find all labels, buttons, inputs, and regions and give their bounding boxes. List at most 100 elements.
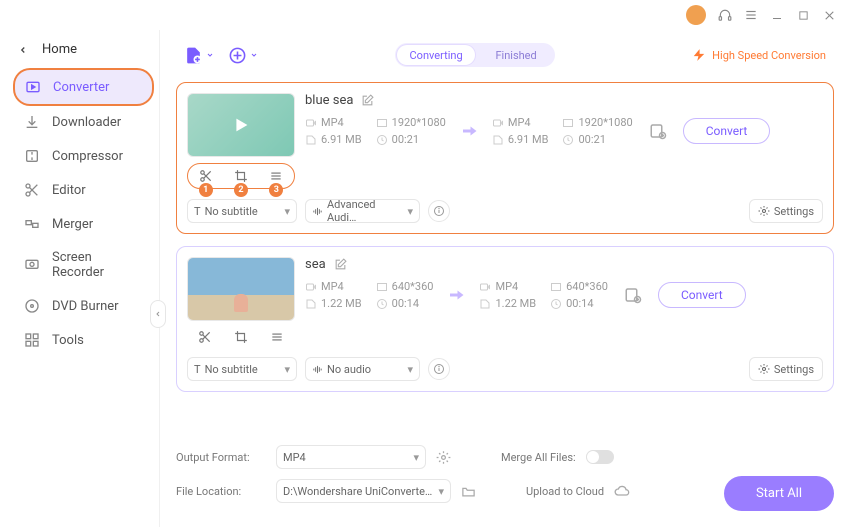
sidebar-item-label: Compressor (52, 149, 123, 164)
output-format-select[interactable]: MP4▾ (276, 445, 426, 469)
sidebar-item-label: Tools (52, 333, 84, 348)
home-label: Home (42, 42, 77, 57)
settings-button[interactable]: Settings (749, 199, 823, 223)
more-button[interactable]: 3 (264, 166, 288, 186)
converter-icon (25, 79, 41, 95)
sidebar-item-dvd-burner[interactable]: DVD Burner (14, 289, 153, 323)
merge-label: Merge All Files: (501, 451, 576, 464)
annotation-badge: 3 (269, 183, 283, 197)
trim-button[interactable]: 1 (194, 166, 218, 186)
sidebar-item-compressor[interactable]: Compressor (14, 139, 153, 173)
sidebar-item-label: Converter (53, 80, 109, 95)
recorder-icon (24, 257, 40, 273)
disc-icon (24, 298, 40, 314)
file-name: sea (305, 257, 326, 272)
thumbnail[interactable] (187, 93, 295, 157)
merge-icon (24, 216, 40, 232)
media-card: sea MP4 640*360 1.22 MB 00:14 (176, 246, 834, 392)
sidebar-item-tools[interactable]: Tools (14, 323, 153, 357)
text-icon: T (194, 363, 201, 376)
chevron-down-icon: ▾ (407, 205, 413, 218)
cloud-icon[interactable] (614, 483, 630, 499)
chevron-down-icon: ▾ (284, 205, 290, 218)
sidebar-item-label: Editor (52, 183, 86, 198)
headset-icon[interactable] (718, 8, 732, 22)
toolbar: Converting Finished High Speed Conversio… (176, 38, 834, 72)
high-speed-toggle[interactable]: High Speed Conversion (692, 48, 826, 62)
grid-icon (24, 332, 40, 348)
sidebar-item-downloader[interactable]: Downloader (14, 105, 153, 139)
convert-button[interactable]: Convert (658, 282, 746, 308)
compress-icon (24, 148, 40, 164)
annotation-badge: 2 (234, 183, 248, 197)
close-icon[interactable] (822, 8, 836, 22)
output-settings-icon[interactable] (436, 450, 451, 465)
add-folder-button[interactable] (228, 46, 258, 65)
file-name: blue sea (305, 93, 353, 108)
collapse-handle[interactable] (150, 300, 166, 328)
merge-toggle[interactable] (586, 450, 614, 464)
subtitle-select[interactable]: TNo subtitle▾ (187, 199, 297, 223)
output-settings-icon[interactable] (643, 122, 673, 140)
output-settings-icon[interactable] (618, 286, 648, 304)
menu-icon[interactable] (744, 8, 758, 22)
home-button[interactable]: Home (14, 36, 153, 69)
settings-button[interactable]: Settings (749, 357, 823, 381)
video-icon (305, 117, 317, 129)
resolution-icon (550, 281, 562, 293)
resolution-icon (376, 117, 388, 129)
chevron-down-icon: ▾ (407, 363, 413, 376)
annotation-badge: 1 (199, 183, 213, 197)
sidebar-item-label: Downloader (52, 115, 121, 130)
tab-converting[interactable]: Converting (397, 45, 475, 65)
arrow-icon (456, 122, 482, 140)
target-meta: MP4 640*360 1.22 MB 00:14 (479, 280, 607, 310)
size-icon (492, 134, 504, 146)
tab-switcher: Converting Finished (395, 43, 555, 67)
chevron-left-icon (18, 45, 28, 55)
crop-button[interactable] (229, 327, 253, 347)
audio-icon (312, 364, 323, 375)
minimize-icon[interactable] (770, 8, 784, 22)
audio-select[interactable]: Advanced Audi…▾ (305, 199, 420, 223)
sidebar: Home Converter Downloader Compressor Edi… (0, 30, 160, 527)
thumb-actions: 1 2 3 (187, 163, 295, 189)
convert-button[interactable]: Convert (683, 118, 771, 144)
trim-button[interactable] (193, 327, 217, 347)
file-location-select[interactable]: D:\Wondershare UniConverter 1▾ (276, 479, 451, 503)
thumbnail[interactable] (187, 257, 295, 321)
source-meta: MP4 640*360 1.22 MB 00:14 (305, 280, 433, 310)
output-format-label: Output Format: (176, 451, 266, 464)
audio-select[interactable]: No audio▾ (305, 357, 420, 381)
sidebar-item-editor[interactable]: Editor (14, 173, 153, 207)
high-speed-label: High Speed Conversion (712, 49, 826, 62)
maximize-icon[interactable] (796, 8, 810, 22)
tab-finished[interactable]: Finished (477, 43, 555, 67)
info-button[interactable] (428, 358, 450, 380)
chevron-down-icon: ▾ (413, 451, 419, 464)
sidebar-item-converter[interactable]: Converter (14, 69, 153, 105)
size-icon (305, 298, 317, 310)
open-folder-icon[interactable] (461, 484, 476, 499)
edit-name-icon[interactable] (361, 94, 374, 107)
gear-icon (758, 205, 770, 217)
download-icon (24, 114, 40, 130)
edit-name-icon[interactable] (334, 258, 347, 271)
upload-cloud-label: Upload to Cloud (526, 485, 604, 498)
info-button[interactable] (428, 200, 450, 222)
sidebar-item-screen-recorder[interactable]: Screen Recorder (14, 241, 153, 289)
chevron-down-icon: ▾ (438, 485, 444, 498)
subtitle-select[interactable]: TNo subtitle▾ (187, 357, 297, 381)
clock-icon (550, 298, 562, 310)
avatar[interactable] (686, 5, 706, 25)
start-all-button[interactable]: Start All (724, 476, 834, 511)
footer: Output Format: MP4▾ Merge All Files: Fil… (176, 445, 834, 513)
resolution-icon (562, 117, 574, 129)
clock-icon (376, 134, 388, 146)
crop-button[interactable]: 2 (229, 166, 253, 186)
more-button[interactable] (265, 327, 289, 347)
target-meta: MP4 1920*1080 6.91 MB 00:21 (492, 116, 633, 146)
sidebar-item-merger[interactable]: Merger (14, 207, 153, 241)
media-card: 1 2 3 blue sea MP4 192 (176, 82, 834, 234)
add-file-button[interactable] (184, 46, 214, 65)
